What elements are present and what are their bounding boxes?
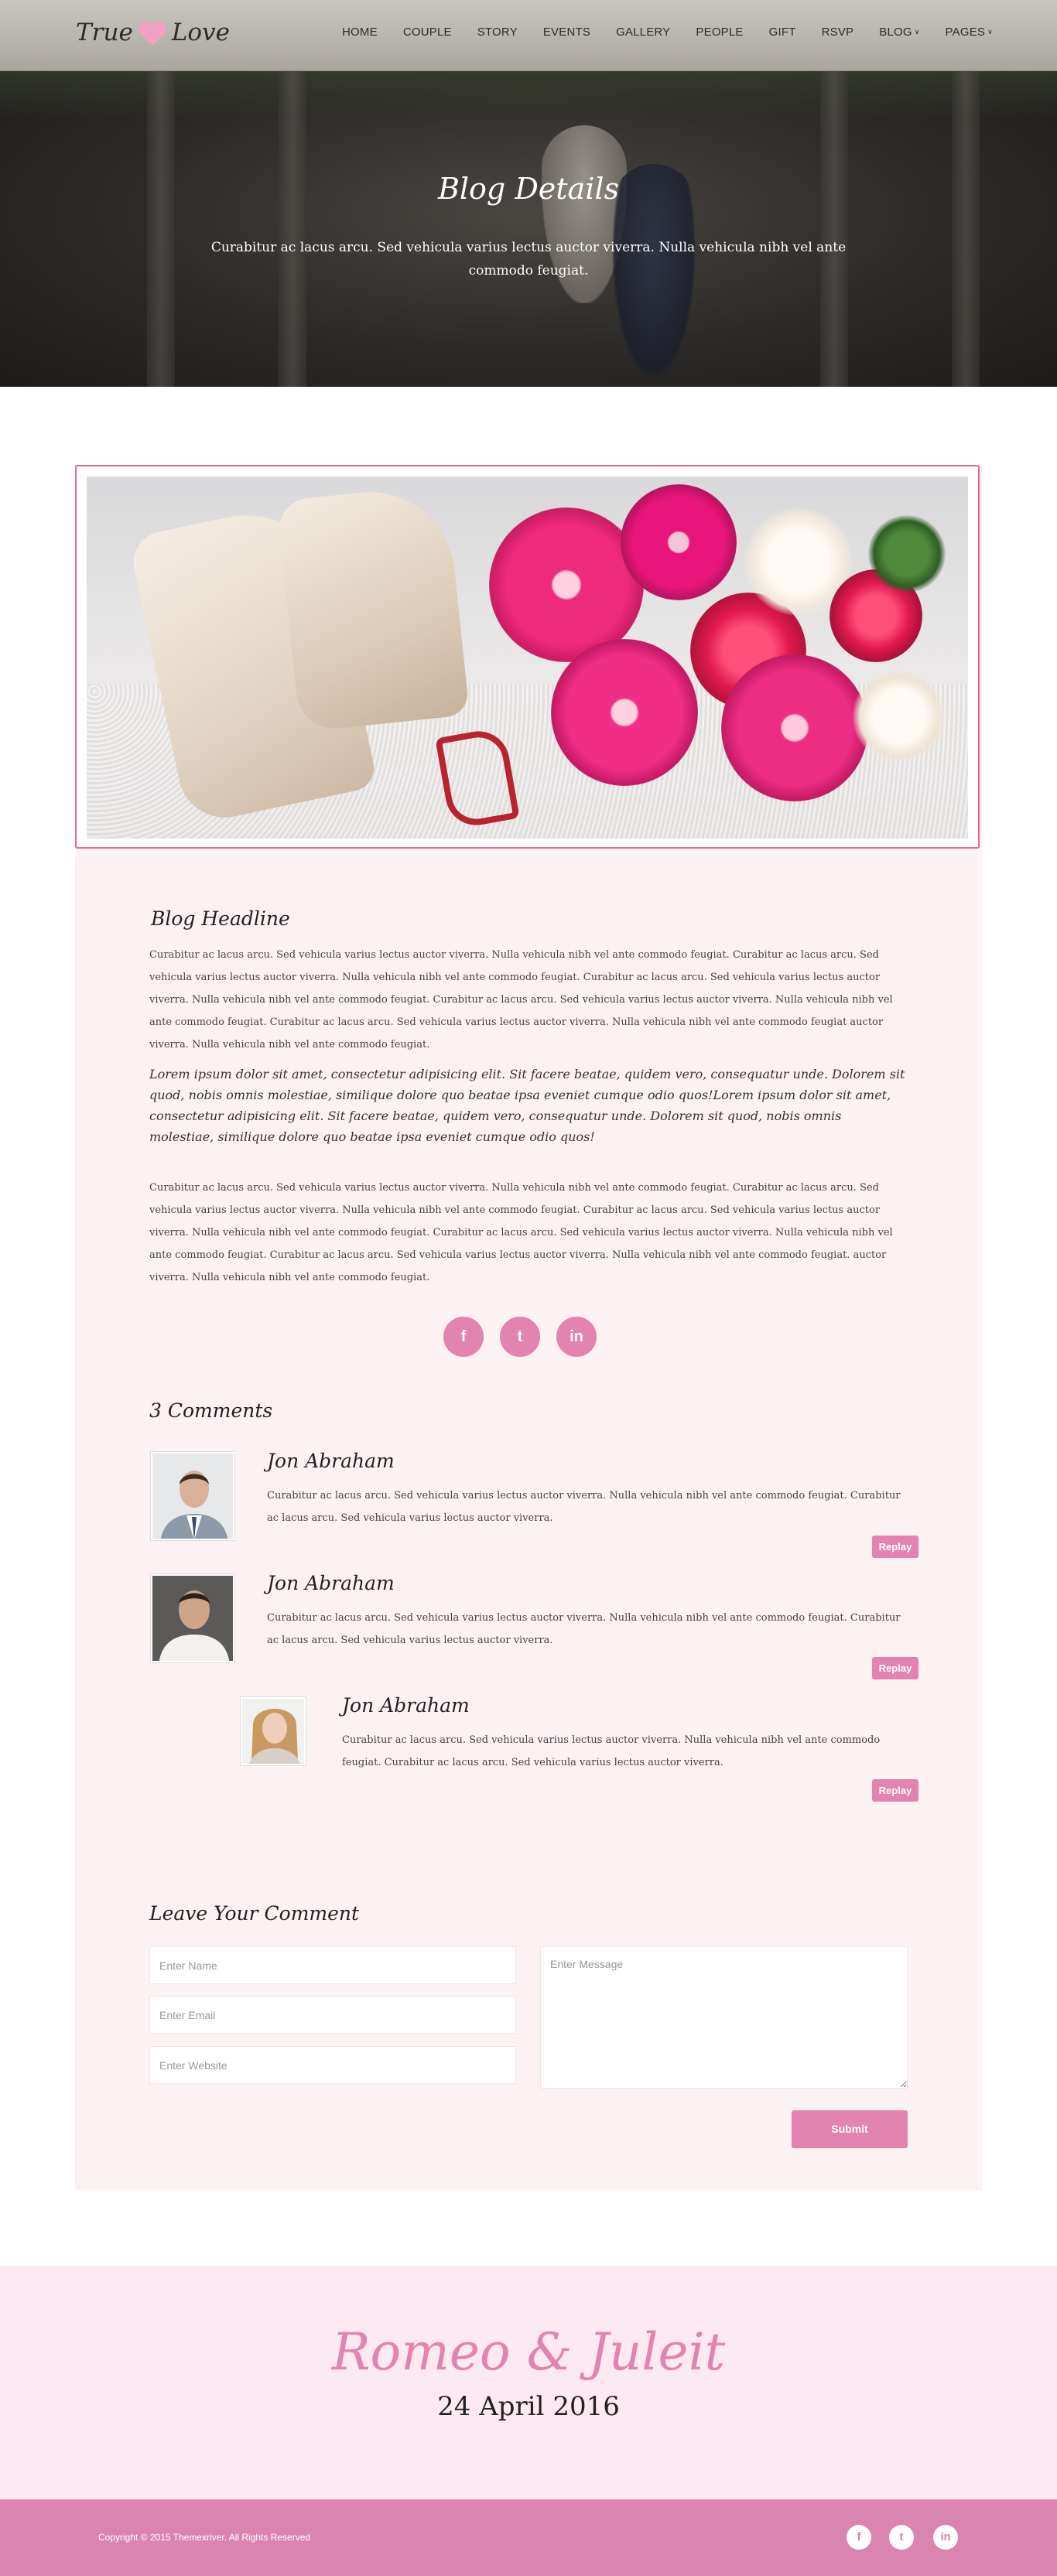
nav-people[interactable]: PEOPLE xyxy=(696,26,743,39)
logo-text-left: True xyxy=(76,19,133,46)
hero-pillar xyxy=(279,71,306,387)
website-field[interactable] xyxy=(149,2046,516,2084)
submit-button[interactable]: Submit xyxy=(792,2110,908,2148)
message-field[interactable] xyxy=(540,1946,908,2089)
comment-author: Jon Abraham xyxy=(342,1694,470,1717)
twitter-icon: t xyxy=(899,2530,904,2544)
nav-story[interactable]: STORY xyxy=(477,26,518,39)
couple-banner xyxy=(0,2266,1057,2499)
chevron-down-icon: ∨ xyxy=(987,28,993,36)
hero-banner xyxy=(0,71,1057,387)
nav-home[interactable]: HOME xyxy=(342,26,378,39)
linkedin-icon: in xyxy=(570,1328,583,1345)
comment-text: Curabitur ac lacus arcu. Sed vehicula va… xyxy=(267,1612,901,1646)
name-field[interactable] xyxy=(149,1946,516,1984)
avatar-image xyxy=(242,1699,304,1764)
facebook-icon: f xyxy=(460,1328,467,1345)
share-facebook-button[interactable]: f xyxy=(443,1317,484,1357)
nav-home-label: HOME xyxy=(342,26,378,39)
avatar xyxy=(151,1452,234,1540)
nav-blog[interactable]: BLOG ∨ xyxy=(879,26,919,39)
nav-pages-label: PAGES xyxy=(945,26,986,39)
hero-pillar xyxy=(147,71,175,387)
avatar-image xyxy=(152,1454,233,1539)
main-menu: HOME COUPLE STORY EVENTS GALLERY PEOPLE … xyxy=(342,26,1018,39)
nav-events-label: EVENTS xyxy=(542,26,591,39)
gerbera-flower xyxy=(551,639,698,786)
twitter-icon: t xyxy=(517,1328,523,1345)
reply-button[interactable]: Replay xyxy=(872,1657,918,1679)
gerbera-flower xyxy=(621,484,737,600)
heart-icon xyxy=(139,21,166,45)
email-field[interactable] xyxy=(149,1996,516,2034)
share-linkedin-button[interactable]: in xyxy=(556,1317,597,1357)
bridal-shoe xyxy=(275,483,470,733)
avatar xyxy=(151,1574,234,1662)
top-navbar: True Love HOME COUPLE STORY EVENTS GALLE… xyxy=(0,0,1057,71)
chevron-down-icon: ∨ xyxy=(914,28,920,36)
featured-image-frame xyxy=(75,465,980,849)
reply-button[interactable]: Replay xyxy=(872,1536,918,1558)
nav-gallery[interactable]: GALLERY xyxy=(616,26,670,39)
nav-events[interactable]: EVENTS xyxy=(543,26,590,39)
logo-text-right: Love xyxy=(171,19,230,46)
gerbera-flower xyxy=(721,654,868,801)
nav-rsvp[interactable]: RSVP xyxy=(822,26,854,39)
comment-author: Jon Abraham xyxy=(267,1450,395,1472)
blog-paragraph: Curabitur ac lacus arcu. Sed vehicula va… xyxy=(149,1182,893,1283)
nav-blog-label: BLOG xyxy=(879,26,912,39)
page-title: Blog Details xyxy=(437,172,620,206)
comment-text: Curabitur ac lacus arcu. Sed vehicula va… xyxy=(342,1734,881,1768)
facebook-icon: f xyxy=(857,2530,861,2544)
nav-people-label: PEOPLE xyxy=(696,26,744,39)
nav-story-label: STORY xyxy=(477,26,518,39)
nav-pages[interactable]: PAGES ∨ xyxy=(946,26,993,39)
blog-headline: Blog Headline xyxy=(151,907,290,930)
nav-couple[interactable]: COUPLE xyxy=(403,26,452,39)
comment-text: Curabitur ac lacus arcu. Sed vehicula va… xyxy=(267,1490,901,1524)
blog-quote: Lorem ipsum dolor sit amet, consectetur … xyxy=(149,1067,905,1144)
reply-button[interactable]: Replay xyxy=(872,1779,918,1802)
copyright-text: Copyright © 2015 Themexriver. All Rights… xyxy=(98,2532,311,2543)
footer-twitter-link[interactable]: t xyxy=(889,2525,914,2550)
nav-couple-label: COUPLE xyxy=(402,26,452,39)
hero-pillar xyxy=(820,71,848,387)
comment-author: Jon Abraham xyxy=(267,1572,395,1594)
leave-comment-title: Leave Your Comment xyxy=(149,1902,360,1925)
nav-gift[interactable]: GIFT xyxy=(769,26,796,39)
nav-rsvp-label: RSVP xyxy=(821,26,854,39)
couple-names: Romeo & Juleit xyxy=(331,2322,726,2382)
site-logo[interactable]: True Love xyxy=(76,15,230,50)
nav-gift-label: GIFT xyxy=(768,26,796,39)
footer-linkedin-link[interactable]: in xyxy=(933,2525,958,2550)
linkedin-icon: in xyxy=(940,2530,951,2544)
leaf xyxy=(868,515,946,593)
avatar-image xyxy=(152,1576,233,1661)
footer-facebook-link[interactable]: f xyxy=(847,2525,871,2550)
hero-pillar xyxy=(952,71,980,387)
blog-paragraph: Curabitur ac lacus arcu. Sed vehicula va… xyxy=(149,949,893,1051)
nav-gallery-label: GALLERY xyxy=(616,26,671,39)
wedding-date: 24 April 2016 xyxy=(437,2391,620,2422)
featured-image-shoes-bouquet xyxy=(87,477,968,839)
avatar xyxy=(241,1697,306,1765)
white-rose-flower xyxy=(853,670,946,763)
share-twitter-button[interactable]: t xyxy=(500,1317,540,1357)
comments-title: 3 Comments xyxy=(149,1399,273,1422)
page-subtitle: Curabitur ac lacus arcu. Sed vehicula va… xyxy=(210,240,847,278)
